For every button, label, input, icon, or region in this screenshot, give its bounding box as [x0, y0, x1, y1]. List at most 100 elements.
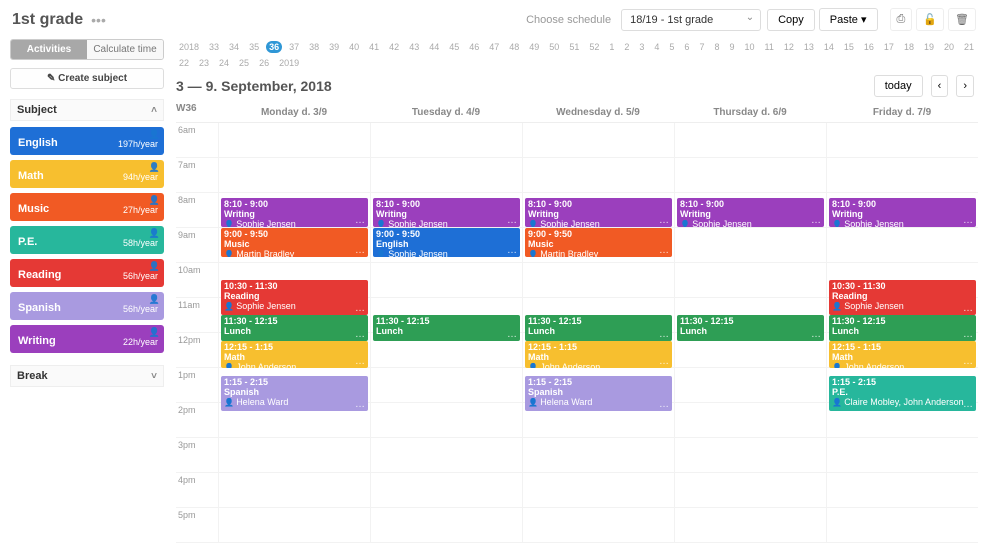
hour-label: 6am — [176, 123, 218, 158]
week-number[interactable]: 4 — [651, 41, 662, 53]
calendar-event[interactable]: 12:15 - 1:15MathJohn Anderson — [829, 341, 976, 368]
week-number[interactable]: 41 — [366, 41, 382, 53]
calendar-event[interactable]: 8:10 - 9:00WritingSophie Jensen — [221, 198, 368, 227]
break-group-header[interactable]: Break ˅ — [10, 365, 164, 387]
day-header-wed: Wednesday d. 5/9 — [522, 103, 674, 122]
day-header-mon: Monday d. 3/9 — [218, 103, 370, 122]
week-number[interactable]: 52 — [586, 41, 602, 53]
week-number[interactable]: 18 — [901, 41, 917, 53]
week-number[interactable]: 2 — [621, 41, 632, 53]
calendar-event[interactable]: 11:30 - 12:15Lunch — [829, 315, 976, 341]
calendar-event[interactable]: 10:30 - 11:30ReadingSophie Jensen — [829, 280, 976, 315]
sidebar-tabs[interactable]: Activities Calculate time — [10, 39, 164, 60]
week-number[interactable]: 11 — [762, 41, 777, 53]
next-week-button[interactable]: › — [956, 75, 974, 97]
subject-card[interactable]: Reading56h/year — [10, 259, 164, 287]
copy-button[interactable]: Copy — [767, 9, 815, 31]
trash-icon[interactable]: 🗑 — [948, 8, 976, 31]
week-number[interactable]: 34 — [226, 41, 242, 53]
week-number[interactable]: 13 — [801, 41, 817, 53]
week-number[interactable]: 12 — [781, 41, 797, 53]
week-number[interactable]: 9 — [726, 41, 737, 53]
calendar-event[interactable]: 1:15 - 2:15SpanishHelena Ward — [221, 376, 368, 411]
week-number[interactable]: 48 — [506, 41, 522, 53]
subject-card[interactable]: P.E.58h/year — [10, 226, 164, 254]
week-number[interactable]: 50 — [546, 41, 562, 53]
calendar-event[interactable]: 12:15 - 1:15MathJohn Anderson — [525, 341, 672, 368]
subject-group-header[interactable]: Subject ˄ — [10, 99, 164, 121]
week-number[interactable]: 46 — [466, 41, 482, 53]
week-number[interactable]: 45 — [446, 41, 462, 53]
calendar-event[interactable]: 8:10 - 9:00WritingSophie Jensen — [829, 198, 976, 227]
week-number-bar[interactable]: 2018333435363738394041424344454647484950… — [176, 39, 978, 75]
unlock-icon[interactable]: 🔓 — [916, 8, 944, 31]
week-number[interactable]: 10 — [741, 41, 757, 53]
day-column-wed[interactable]: 8:10 - 9:00WritingSophie Jensen9:00 - 9:… — [522, 123, 674, 543]
week-number[interactable]: 33 — [206, 41, 222, 53]
week-number[interactable]: 24 — [216, 57, 232, 69]
calendar-event[interactable]: 12:15 - 1:15MathJohn Anderson — [221, 341, 368, 368]
tab-activities[interactable]: Activities — [11, 40, 87, 59]
week-number[interactable]: 1 — [606, 41, 617, 53]
subject-card[interactable]: Spanish56h/year — [10, 292, 164, 320]
calendar-event[interactable]: 8:10 - 9:00WritingSophie Jensen — [525, 198, 672, 227]
week-number-label: W36 — [176, 103, 218, 122]
calendar-event[interactable]: 11:30 - 12:15Lunch — [677, 315, 824, 341]
calendar-event[interactable]: 10:30 - 11:30ReadingSophie Jensen — [221, 280, 368, 315]
calendar-event[interactable]: 8:10 - 9:00WritingSophie Jensen — [677, 198, 824, 227]
day-column-thu[interactable]: 8:10 - 9:00WritingSophie Jensen 11:30 - 1… — [674, 123, 826, 543]
week-number[interactable]: 49 — [526, 41, 542, 53]
week-number[interactable]: 39 — [326, 41, 342, 53]
week-number[interactable]: 20 — [941, 41, 957, 53]
week-number[interactable]: 3 — [636, 41, 647, 53]
week-number[interactable]: 38 — [306, 41, 322, 53]
calendar-event[interactable]: 1:15 - 2:15P.E.Claire Mobley, John Ander… — [829, 376, 976, 411]
calendar-event[interactable]: 9:00 - 9:50EnglishSophie Jensen — [373, 228, 520, 257]
week-number[interactable]: 14 — [821, 41, 837, 53]
week-number[interactable]: 37 — [286, 41, 302, 53]
week-number[interactable]: 15 — [841, 41, 857, 53]
week-number[interactable]: 25 — [236, 57, 252, 69]
week-number[interactable]: 36 — [266, 41, 282, 53]
calendar-event[interactable]: 1:15 - 2:15SpanishHelena Ward — [525, 376, 672, 411]
week-number[interactable]: 5 — [666, 41, 677, 53]
print-icon[interactable]: ⎙ — [890, 8, 913, 31]
week-number[interactable]: 42 — [386, 41, 402, 53]
subject-card[interactable]: English197h/year — [10, 127, 164, 155]
page-menu-icon[interactable]: ••• — [91, 12, 106, 28]
create-subject-button[interactable]: Create subject — [10, 68, 164, 89]
tab-calculate-time[interactable]: Calculate time — [87, 40, 163, 59]
week-number[interactable]: 6 — [681, 41, 692, 53]
week-number[interactable]: 8 — [711, 41, 722, 53]
week-number[interactable]: 26 — [256, 57, 272, 69]
week-number[interactable]: 40 — [346, 41, 362, 53]
subject-card[interactable]: Math94h/year — [10, 160, 164, 188]
week-number[interactable]: 22 — [176, 57, 192, 69]
calendar-event[interactable]: 11:30 - 12:15Lunch — [525, 315, 672, 341]
calendar-event[interactable]: 8:10 - 9:00WritingSophie Jensen — [373, 198, 520, 227]
calendar-event[interactable]: 11:30 - 12:15Lunch — [221, 315, 368, 341]
calendar-event[interactable]: 11:30 - 12:15Lunch — [373, 315, 520, 341]
week-number[interactable]: 21 — [961, 41, 977, 53]
day-column-tue[interactable]: 8:10 - 9:00WritingSophie Jensen9:00 - 9:… — [370, 123, 522, 543]
week-number[interactable]: 43 — [406, 41, 422, 53]
week-number[interactable]: 17 — [881, 41, 897, 53]
subject-card[interactable]: Music27h/year — [10, 193, 164, 221]
week-number[interactable]: 7 — [696, 41, 707, 53]
day-column-fri[interactable]: 8:10 - 9:00WritingSophie Jensen 10:30 - 1… — [826, 123, 978, 543]
prev-week-button[interactable]: ‹ — [931, 75, 949, 97]
calendar-event[interactable]: 9:00 - 9:50MusicMartin Bradley — [525, 228, 672, 257]
week-number[interactable]: 35 — [246, 41, 262, 53]
week-number[interactable]: 44 — [426, 41, 442, 53]
schedule-select[interactable]: 18/19 - 1st grade — [621, 9, 761, 31]
subject-card[interactable]: Writing22h/year — [10, 325, 164, 353]
today-button[interactable]: today — [874, 75, 923, 97]
paste-button[interactable]: Paste ▾ — [819, 8, 878, 31]
week-number[interactable]: 51 — [566, 41, 582, 53]
day-column-mon[interactable]: 8:10 - 9:00WritingSophie Jensen9:00 - 9:… — [218, 123, 370, 543]
week-number[interactable]: 23 — [196, 57, 212, 69]
week-number[interactable]: 47 — [486, 41, 502, 53]
calendar-event[interactable]: 9:00 - 9:50MusicMartin Bradley — [221, 228, 368, 257]
week-number[interactable]: 16 — [861, 41, 877, 53]
week-number[interactable]: 19 — [921, 41, 937, 53]
